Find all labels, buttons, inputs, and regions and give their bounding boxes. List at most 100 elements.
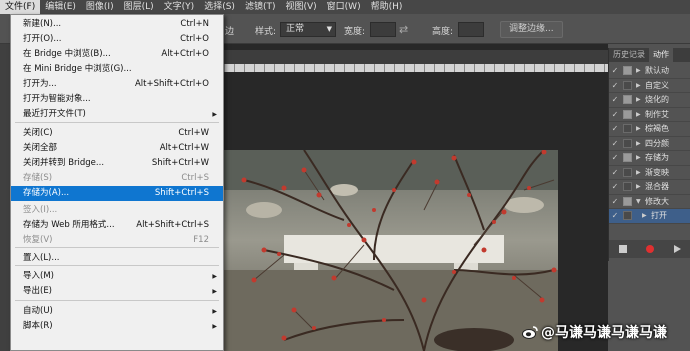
tools-panel-edge	[0, 44, 10, 351]
dialog-toggle-icon[interactable]	[623, 211, 632, 221]
record-icon[interactable]	[646, 245, 655, 253]
dialog-toggle-icon[interactable]	[623, 66, 632, 76]
file-menu-item-5[interactable]: 打开为智能对象...	[11, 92, 223, 107]
action-label: 制作艾	[645, 109, 669, 119]
file-menu-item-19[interactable]: 脚本(R) ▶	[11, 319, 223, 334]
file-menu-item-1[interactable]: 打开(O)... Ctrl+O	[11, 32, 223, 47]
action-row[interactable]: ✓ ▶ 四分颜	[609, 137, 690, 151]
dialog-toggle-icon[interactable]	[623, 138, 632, 148]
action-row[interactable]: ✓ ▶ 默认动	[609, 64, 690, 79]
action-label: 修改大	[645, 196, 669, 206]
expand-right-icon[interactable]: ▶	[636, 67, 645, 74]
play-icon[interactable]	[674, 245, 682, 253]
action-row[interactable]: ✓ ▶ 存储为	[609, 151, 690, 166]
menu-item-shortcut: Alt+Shift+Ctrl+O	[134, 79, 209, 89]
file-menu-item-0[interactable]: 新建(N)... Ctrl+N	[11, 17, 223, 32]
file-menu-item-16[interactable]: 导入(M) ▶	[11, 269, 223, 284]
check-icon[interactable]: ✓	[609, 66, 621, 75]
expand-right-icon[interactable]: ▶	[636, 169, 645, 176]
action-row[interactable]: ✓ ▶ 烧化的	[609, 93, 690, 108]
dialog-toggle-icon[interactable]	[623, 109, 632, 119]
file-menu-item-14: 恢复(V) F12	[11, 233, 223, 248]
file-menu-item-17[interactable]: 导出(E) ▶	[11, 284, 223, 299]
file-menu-item-15[interactable]: 置入(L)...	[11, 251, 223, 266]
expand-right-icon[interactable]: ▶	[636, 154, 645, 161]
dialog-toggle-icon[interactable]	[623, 167, 632, 177]
menu-item-label: 新建(N)...	[23, 19, 62, 29]
file-menu-item-9[interactable]: 关闭并转到 Bridge... Shift+Ctrl+W	[11, 156, 223, 171]
check-icon[interactable]: ✓	[609, 182, 621, 191]
menu-item-0[interactable]: 文件(F)	[0, 0, 41, 14]
menu-item-shortcut: Alt+Ctrl+O	[161, 49, 209, 59]
expand-right-icon[interactable]: ▶	[636, 183, 645, 190]
file-menu-item-7[interactable]: 关闭(C) Ctrl+W	[11, 126, 223, 141]
menu-separator	[15, 300, 219, 301]
refine-edge-button[interactable]: 调整边缘...	[500, 21, 563, 38]
menu-item-label: 关闭全部	[23, 143, 58, 153]
stop-icon[interactable]	[618, 245, 627, 253]
expand-right-icon[interactable]: ▶	[636, 96, 645, 103]
tab-history[interactable]: 历史记录	[609, 48, 649, 62]
menu-item-1[interactable]: 编辑(E)	[40, 0, 81, 14]
dialog-toggle-icon[interactable]	[623, 95, 632, 105]
file-menu-item-4[interactable]: 打开为... Alt+Shift+Ctrl+O	[11, 77, 223, 92]
height-input[interactable]	[458, 22, 484, 37]
check-icon[interactable]: ✓	[609, 95, 621, 104]
style-select[interactable]: 正常 ▼	[280, 22, 336, 37]
dialog-toggle-icon[interactable]	[623, 196, 632, 206]
expand-right-icon[interactable]: ▶	[636, 140, 645, 147]
check-icon[interactable]: ✓	[609, 139, 621, 148]
swap-icon[interactable]: ⇄	[399, 23, 408, 36]
dialog-toggle-icon[interactable]	[623, 80, 632, 90]
file-menu-item-13[interactable]: 存储为 Web 所用格式... Alt+Shift+Ctrl+S	[11, 218, 223, 233]
menu-item-6[interactable]: 滤镜(T)	[240, 0, 281, 14]
action-row[interactable]: ✓ ▶ 制作艾	[609, 108, 690, 122]
file-menu-item-2[interactable]: 在 Bridge 中浏览(B)... Alt+Ctrl+O	[11, 47, 223, 62]
action-row[interactable]: ✓ ▶ 打开	[609, 209, 690, 224]
tab-actions[interactable]: 动作	[649, 48, 673, 62]
check-icon[interactable]: ✓	[609, 197, 621, 206]
menu-item-5[interactable]: 选择(S)	[199, 0, 240, 14]
file-menu-item-8[interactable]: 关闭全部 Alt+Ctrl+W	[11, 141, 223, 156]
width-input[interactable]	[370, 22, 396, 37]
chevron-down-icon: ▼	[326, 25, 332, 33]
dialog-toggle-icon[interactable]	[623, 153, 632, 163]
menu-item-shortcut: Ctrl+S	[181, 173, 209, 183]
menu-item-label: 存储为(A)...	[23, 188, 70, 198]
check-icon[interactable]: ✓	[609, 211, 621, 220]
dialog-toggle-icon[interactable]	[623, 182, 632, 192]
menu-item-label: 关闭(C)	[23, 128, 53, 138]
action-row[interactable]: ✓ ▶ 混合器	[609, 180, 690, 195]
check-icon[interactable]: ✓	[609, 110, 621, 119]
menu-item-3[interactable]: 图层(L)	[119, 0, 159, 14]
expand-right-icon[interactable]: ▶	[636, 125, 645, 132]
expand-down-icon[interactable]: ▼	[636, 198, 645, 205]
file-menu-item-3[interactable]: 在 Mini Bridge 中浏览(G)...	[11, 62, 223, 77]
action-label: 自定义	[645, 80, 669, 90]
submenu-arrow-icon: ▶	[212, 308, 217, 315]
action-row[interactable]: ✓ ▼ 修改大	[609, 195, 690, 209]
edge-label: 边	[225, 27, 235, 37]
menu-item-2[interactable]: 图像(I)	[81, 0, 119, 14]
menu-item-9[interactable]: 帮助(H)	[366, 0, 408, 14]
action-row[interactable]: ✓ ▶ 渐变映	[609, 166, 690, 180]
menu-item-label: 签入(I)...	[23, 205, 58, 215]
file-menu-item-18[interactable]: 自动(U) ▶	[11, 304, 223, 319]
menu-item-label: 打开为智能对象...	[23, 94, 91, 104]
expand-right-icon[interactable]: ▶	[642, 212, 651, 219]
check-icon[interactable]: ✓	[609, 124, 621, 133]
action-row[interactable]: ✓ ▶ 自定义	[609, 79, 690, 93]
action-label: 打开	[651, 211, 667, 221]
menu-item-4[interactable]: 文字(Y)	[159, 0, 200, 14]
file-menu-item-6[interactable]: 最近打开文件(T) ▶	[11, 107, 223, 122]
expand-right-icon[interactable]: ▶	[636, 111, 645, 118]
check-icon[interactable]: ✓	[609, 168, 621, 177]
menu-item-8[interactable]: 窗口(W)	[322, 0, 366, 14]
dialog-toggle-icon[interactable]	[623, 124, 632, 134]
expand-right-icon[interactable]: ▶	[636, 82, 645, 89]
check-icon[interactable]: ✓	[609, 153, 621, 162]
action-row[interactable]: ✓ ▶ 棕褐色	[609, 122, 690, 137]
check-icon[interactable]: ✓	[609, 81, 621, 90]
menu-item-7[interactable]: 视图(V)	[280, 0, 321, 14]
file-menu-item-11[interactable]: 存储为(A)... Shift+Ctrl+S	[11, 186, 223, 201]
